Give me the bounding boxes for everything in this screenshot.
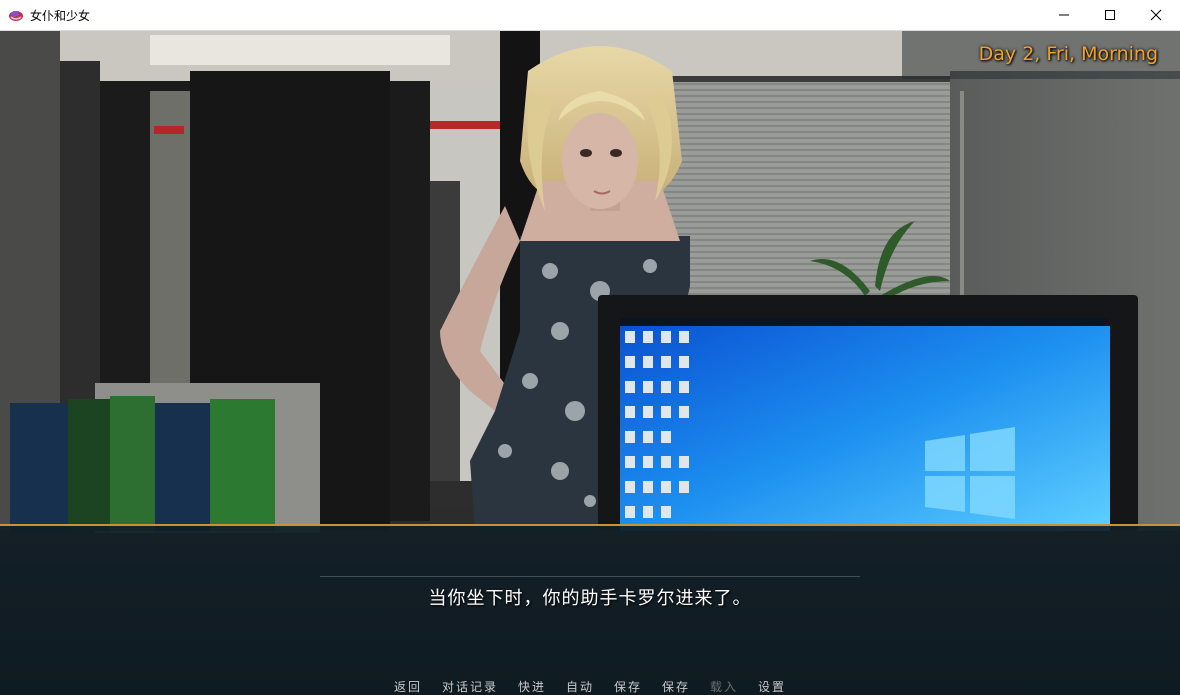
close-icon: [1150, 9, 1162, 21]
close-button[interactable]: [1133, 0, 1179, 30]
game-window: 女仆和少女 Day 2, Fri, Morning 当你坐下时，你的助手卡罗尔进…: [0, 0, 1180, 695]
quick-menu-history[interactable]: 对话记录: [442, 678, 498, 695]
dialogue-text: 当你坐下时，你的助手卡罗尔进来了。: [428, 588, 752, 609]
quick-menu: 返回 对话记录 快进 自动 保存 保存 载入 设置: [0, 678, 1180, 695]
maximize-button[interactable]: [1087, 0, 1133, 30]
minimize-icon: [1059, 14, 1069, 16]
quick-menu-settings[interactable]: 设置: [758, 678, 786, 695]
maximize-icon: [1105, 10, 1115, 20]
time-of-day-label: Day 2, Fri, Morning: [978, 43, 1158, 65]
quick-menu-skip[interactable]: 快进: [518, 678, 546, 695]
quick-menu-save[interactable]: 保存: [614, 678, 642, 695]
dialogue-box[interactable]: 当你坐下时，你的助手卡罗尔进来了。 返回 对话记录 快进 自动 保存 保存 载入…: [0, 524, 1180, 695]
quick-menu-auto[interactable]: 自动: [566, 678, 594, 695]
window-title: 女仆和少女: [30, 9, 91, 23]
quick-menu-quick-save[interactable]: 保存: [662, 678, 690, 695]
minimize-button[interactable]: [1041, 0, 1087, 30]
quick-menu-load[interactable]: 载入: [710, 678, 738, 695]
namebox-divider: [320, 576, 860, 577]
game-scene[interactable]: Day 2, Fri, Morning 当你坐下时，你的助手卡罗尔进来了。 返回…: [0, 31, 1180, 695]
app-icon: [9, 11, 23, 21]
quick-menu-back[interactable]: 返回: [394, 678, 422, 695]
title-bar: 女仆和少女: [0, 0, 1180, 31]
